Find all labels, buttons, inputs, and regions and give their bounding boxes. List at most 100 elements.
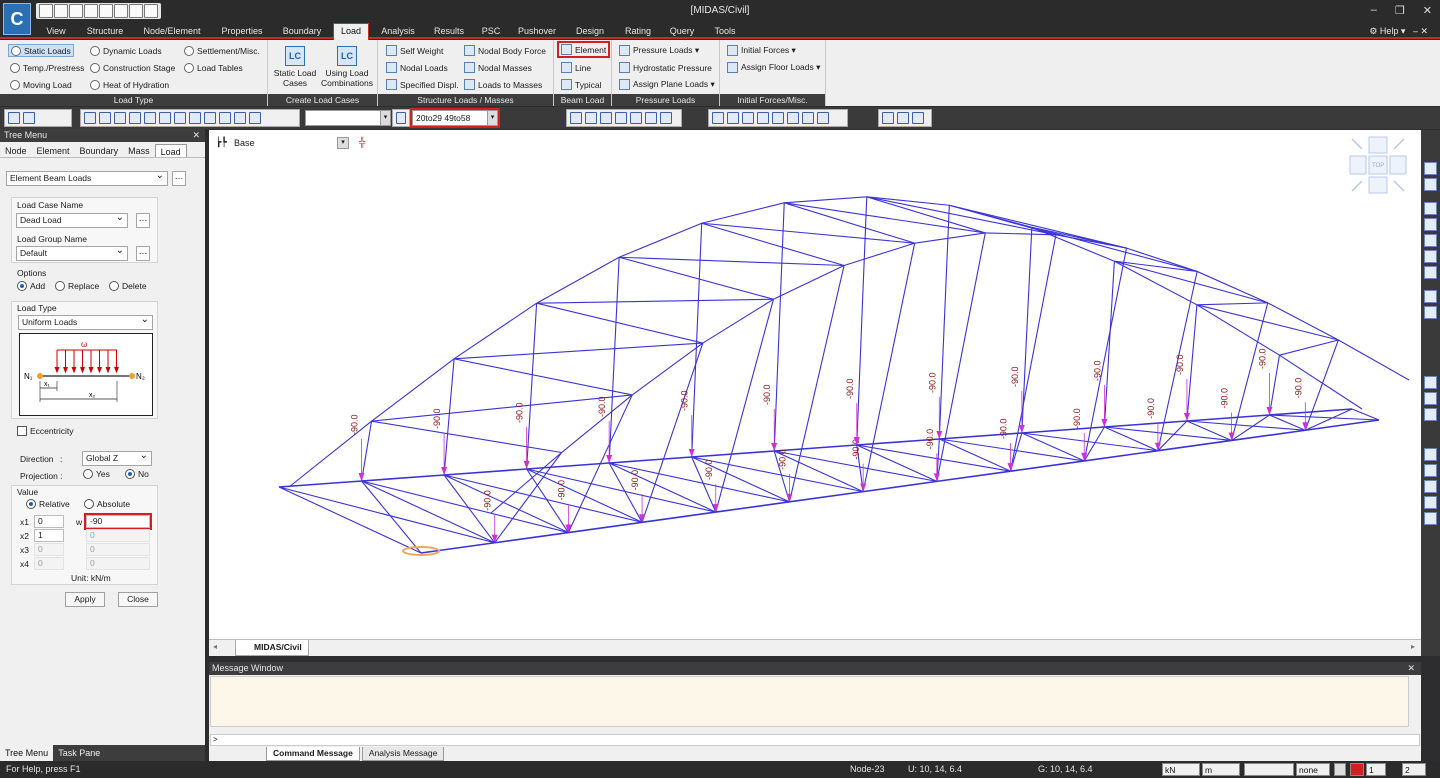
truss-member[interactable] [691,450,775,458]
truss-member[interactable] [691,223,703,458]
help-icon[interactable] [1334,763,1346,776]
truss-member[interactable] [914,232,986,244]
specified-displ-button[interactable]: Specified Displ. [386,78,459,91]
tab-load-tree[interactable]: Load [154,144,187,157]
option-replace-radio[interactable]: Replace [55,281,99,291]
activate-plane-icon[interactable] [645,112,657,124]
truss-member[interactable] [371,394,633,422]
truss-member[interactable] [494,452,563,544]
message-output[interactable] [210,676,1409,727]
absolute-radio[interactable]: Absolute [84,499,130,509]
function-more-button[interactable]: … [172,171,186,186]
select-intersect-icon[interactable] [129,112,141,124]
truss-member[interactable] [454,342,703,360]
truss-member[interactable] [278,480,362,488]
back-arrow-icon[interactable] [8,112,20,124]
truss-member[interactable] [1304,339,1339,431]
minimize-button[interactable]: – [1371,4,1377,17]
tab-view[interactable]: View [38,24,74,39]
activate-icon[interactable] [570,112,582,124]
zoom-fit-all-icon[interactable] [1424,496,1437,509]
frame-icon[interactable] [1424,290,1437,303]
view-2-icon[interactable] [787,112,799,124]
truss-member[interactable] [949,204,1127,249]
truss-member[interactable] [444,468,527,476]
option-delete-radio[interactable]: Delete [109,281,147,291]
projection-yes-radio[interactable]: Yes [83,469,110,479]
beam-load-line-button[interactable]: Line [561,61,591,74]
hidden-icon[interactable] [727,112,739,124]
snap-controls[interactable] [1244,763,1294,776]
activate-previous-icon[interactable] [615,112,627,124]
tab-properties[interactable]: Properties [214,24,270,39]
truss-member[interactable] [453,302,537,360]
help-label[interactable]: Help [1380,26,1399,36]
relative-radio[interactable]: Relative [26,499,70,509]
tab-load[interactable]: Load [333,23,369,40]
unlock-icon[interactable] [912,112,924,124]
truss-member[interactable] [1269,414,1380,421]
layer-2-icon[interactable] [1424,218,1437,231]
truss-member[interactable] [1196,304,1339,341]
truss-member[interactable] [361,480,569,534]
unselect-all-icon[interactable] [219,112,231,124]
truss-member[interactable] [1267,302,1339,341]
pan-icon[interactable] [1424,408,1437,421]
moving-load-button[interactable]: Moving Load [10,78,72,91]
truss-member[interactable] [609,456,692,464]
truss-member[interactable] [1157,420,1188,452]
truss-member[interactable] [1009,234,1057,472]
truss-member[interactable] [1114,260,1198,272]
tab-analysis[interactable]: Analysis [376,24,420,39]
truss-member[interactable] [1279,339,1339,356]
truss-member[interactable] [1338,339,1410,381]
selected-elements-input[interactable]: 20to29 49to58 ▾ [410,108,500,128]
option-add-radio[interactable]: Add [17,281,45,291]
truss-member[interactable] [1010,460,1085,472]
truss-member[interactable] [939,438,1085,462]
truss-member[interactable] [371,420,562,454]
tab-element[interactable]: Element [32,144,75,157]
tab-boundary-tree[interactable]: Boundary [75,144,124,157]
truss-member[interactable] [936,470,1011,483]
zoom-in-icon[interactable] [1424,464,1437,477]
tab-query[interactable]: Query [664,24,700,39]
x1-input[interactable]: 0 [34,515,64,528]
display-icon[interactable] [882,112,894,124]
truss-member[interactable] [774,450,864,493]
truss-member[interactable] [1186,304,1198,422]
tab-structure[interactable]: Structure [80,24,130,39]
length-unit-select[interactable]: m [1202,763,1240,776]
truss-member[interactable] [536,298,774,304]
tab-node-element[interactable]: Node/Element [136,24,208,39]
settlement-misc-button[interactable]: Settlement/Misc. [184,44,260,57]
direction-select[interactable]: Global Z [82,449,152,466]
truss-member[interactable] [1104,420,1187,428]
projection-no-radio[interactable]: No [125,469,149,479]
save-view-icon[interactable] [660,112,672,124]
truss-member[interactable] [453,358,633,396]
truss-member[interactable] [1021,227,1033,434]
wireframe-icon[interactable] [757,112,769,124]
truss-member[interactable] [536,256,620,304]
restore-button[interactable]: ❐ [1395,4,1405,17]
close-icon[interactable]: ✕ [192,129,200,142]
page-input-2[interactable]: 2 [1402,763,1426,776]
forward-arrow-icon[interactable] [23,112,35,124]
zoom-fit-icon[interactable] [712,112,724,124]
truss-member[interactable] [938,205,950,440]
zoom-previous-icon[interactable] [1424,512,1437,525]
force-unit-select[interactable]: kN [1162,763,1200,776]
tab-pushover[interactable]: Pushover [512,24,562,39]
select-plane-icon[interactable] [144,112,156,124]
temp-prestress-button[interactable]: Temp./Prestress [10,61,84,74]
apply-button[interactable]: Apply [65,592,105,607]
tab-design[interactable]: Design [570,24,610,39]
static-load-cases-button[interactable]: LC Static Load Cases [272,46,318,88]
truss-member[interactable] [1196,302,1268,306]
truss-member[interactable] [939,432,1022,440]
x2-input[interactable]: 1 [34,529,64,542]
truss-member[interactable] [278,486,422,554]
view-tab-midas-civil[interactable]: MIDAS/Civil [235,640,309,656]
layer-icon[interactable] [1424,202,1437,215]
